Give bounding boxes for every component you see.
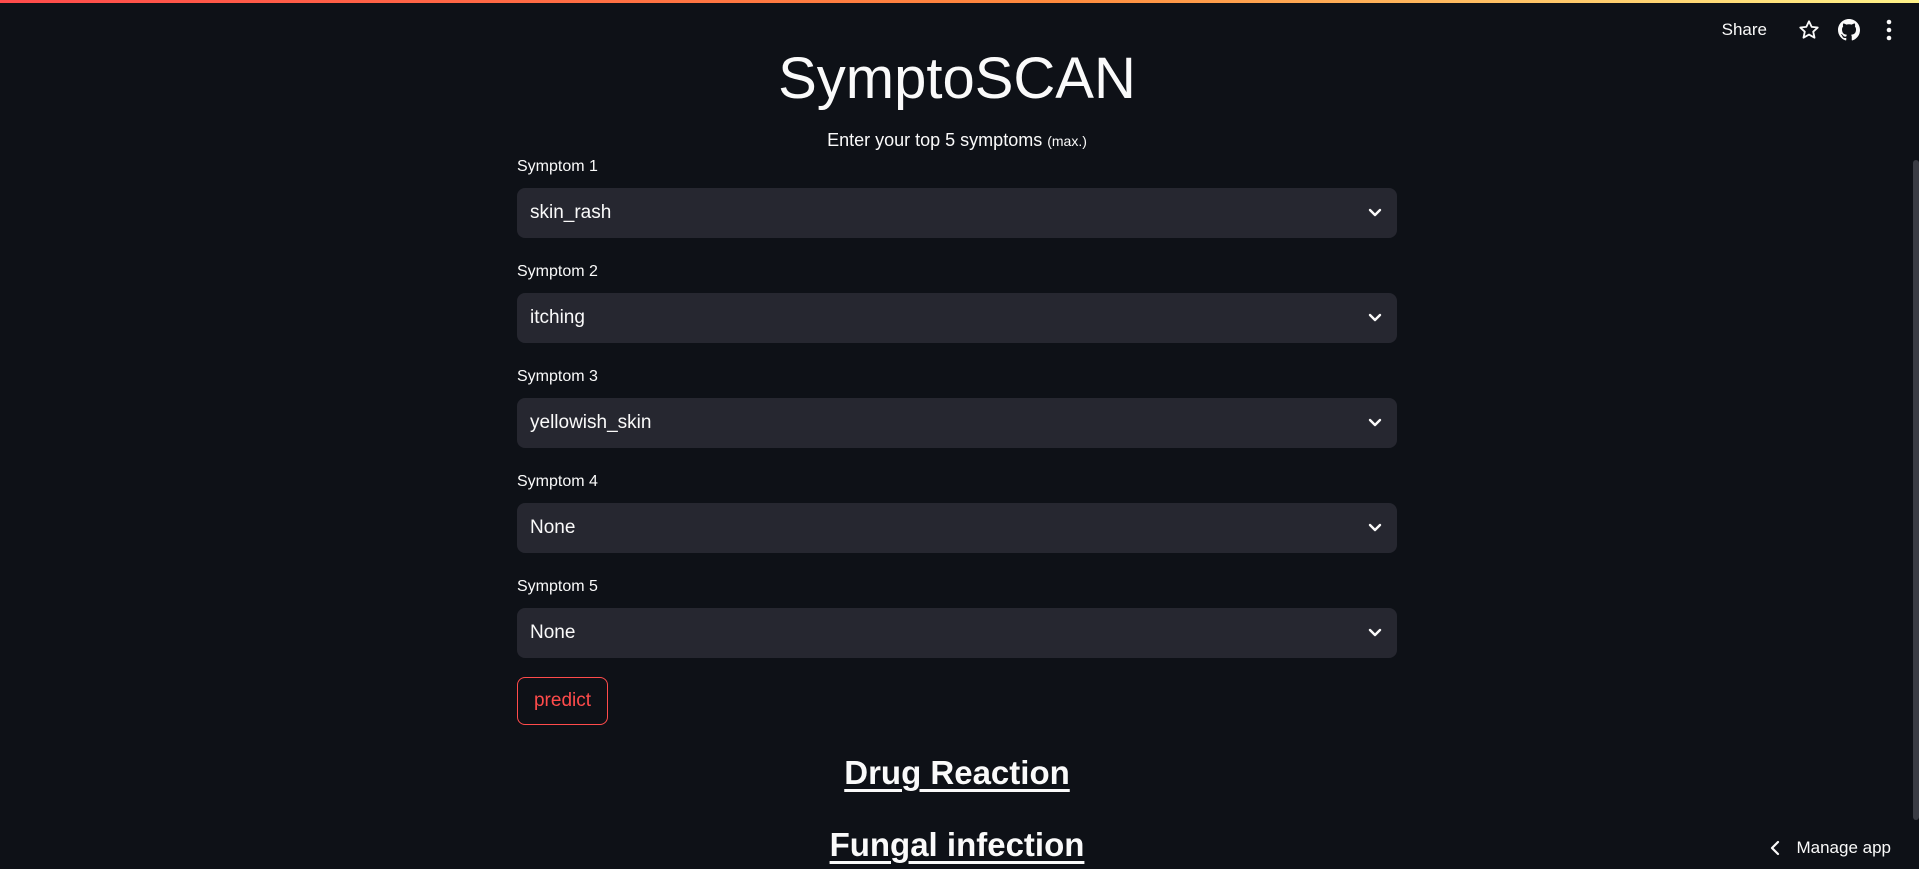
app-title: SymptoSCAN (778, 46, 1136, 111)
subtitle-text: Enter your top 5 symptoms (827, 130, 1043, 150)
manage-app-button[interactable]: Manage app (1770, 833, 1891, 863)
chevron-down-icon (1367, 415, 1383, 431)
chevron-down-icon (1367, 625, 1383, 641)
symptom-select-value: yellowish_skin (530, 412, 652, 433)
subtitle-note: (max.) (1047, 133, 1087, 149)
github-icon[interactable] (1831, 14, 1867, 46)
share-button[interactable]: Share (1712, 16, 1777, 44)
symptom-select-value: None (530, 622, 576, 643)
top-decoration-bar (0, 0, 1919, 3)
chevron-down-icon (1367, 310, 1383, 326)
star-icon[interactable] (1791, 14, 1827, 46)
symptom-field-1: Symptom 1 skin_rash (517, 157, 1397, 238)
symptom-field-3: Symptom 3 yellowish_skin (517, 367, 1397, 448)
chevron-down-icon (1367, 520, 1383, 536)
symptom-label: Symptom 1 (517, 158, 598, 175)
symptom-field-4: Symptom 4 None (517, 472, 1397, 553)
symptom-label: Symptom 4 (517, 473, 598, 490)
prediction-result-1: Drug Reaction (844, 754, 1070, 791)
predict-button[interactable]: predict (517, 677, 608, 725)
symptom-select-2[interactable]: itching (517, 293, 1397, 343)
symptom-select-1[interactable]: skin_rash (517, 188, 1397, 238)
symptom-select-value: itching (530, 307, 585, 328)
symptom-select-4[interactable]: None (517, 503, 1397, 553)
symptom-label: Symptom 2 (517, 263, 598, 280)
app-subtitle: Enter your top 5 symptoms (max.) (517, 130, 1397, 151)
symptom-label: Symptom 5 (517, 578, 598, 595)
symptom-select-5[interactable]: None (517, 608, 1397, 658)
symptom-select-3[interactable]: yellowish_skin (517, 398, 1397, 448)
manage-app-label: Manage app (1796, 838, 1891, 857)
symptom-select-value: skin_rash (530, 202, 612, 223)
chevron-down-icon (1367, 205, 1383, 221)
symptom-field-2: Symptom 2 itching (517, 262, 1397, 343)
symptom-field-5: Symptom 5 None (517, 577, 1397, 658)
page-scrollbar[interactable] (1913, 160, 1919, 820)
symptom-select-value: None (530, 517, 576, 538)
prediction-result-2: Fungal infection (829, 826, 1085, 863)
app-toolbar: Share (1712, 14, 1907, 46)
symptom-label: Symptom 3 (517, 368, 598, 385)
chevron-left-icon (1770, 840, 1780, 856)
more-vertical-icon[interactable] (1871, 14, 1907, 46)
